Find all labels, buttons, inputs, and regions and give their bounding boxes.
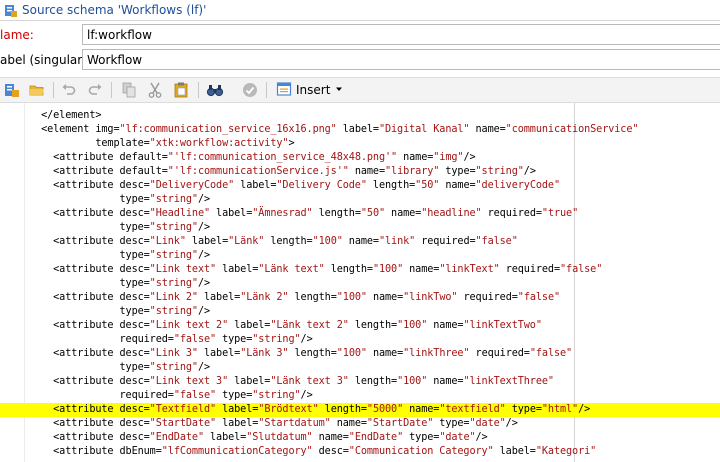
- find-icon[interactable]: [206, 81, 224, 99]
- code-line-text: type="string"/>: [29, 362, 211, 373]
- code-line: type="string"/>: [0, 249, 720, 263]
- code-line: <attribute default="'lf:communication_se…: [0, 151, 720, 165]
- code-line-text: </element>: [29, 110, 102, 121]
- code-line-text: <attribute default="'lf:communicationSer…: [29, 166, 536, 177]
- code-line-text: type="string"/>: [29, 250, 211, 261]
- xml-source-editor[interactable]: </element> <element img="lf:communicatio…: [0, 103, 720, 462]
- code-line-text: <attribute desc="Link text 2" label="Län…: [29, 320, 542, 331]
- code-line-text: <attribute desc="Link text 3" label="Län…: [29, 376, 554, 387]
- name-row: lame:: [0, 24, 720, 46]
- label-singular-row: abel (singular):: [0, 49, 720, 71]
- code-line-text: required="false" type="string"/>: [29, 334, 313, 345]
- insert-label: Insert: [296, 83, 331, 97]
- code-line: <attribute dbEnum="lfCommunicationCatego…: [0, 445, 720, 459]
- undo-icon[interactable]: [60, 81, 78, 99]
- code-line: <attribute desc="Link text 3" label="Län…: [0, 375, 720, 389]
- code-line: <attribute desc="StartDate" label="Start…: [0, 417, 720, 431]
- check-icon[interactable]: [241, 81, 259, 99]
- code-line-text: template="xtk:workflow:activity">: [29, 138, 295, 149]
- name-label: lame:: [0, 28, 34, 42]
- code-line: <attribute desc="Headline" label="Ämnesr…: [0, 207, 720, 221]
- code-line: required="false" type="string"/>: [0, 389, 720, 403]
- code-line: <attribute desc="DeliveryCode" label="De…: [0, 179, 720, 193]
- code-line: type="string"/>: [0, 193, 720, 207]
- insert-menu-button[interactable]: Insert: [272, 80, 348, 100]
- code-line-text: type="string"/>: [29, 194, 211, 205]
- code-line: type="string"/>: [0, 305, 720, 319]
- code-line-text: <attribute desc="Link text" label="Länk …: [29, 264, 603, 275]
- toolbar-separator: [198, 82, 199, 98]
- open-folder-icon[interactable]: [28, 81, 46, 99]
- code-line-text: <attribute desc="Link 2" label="Länk 2" …: [29, 292, 561, 303]
- name-field[interactable]: [82, 24, 720, 45]
- paste-icon[interactable]: [172, 81, 190, 99]
- copy-icon[interactable]: [120, 81, 138, 99]
- code-line: type="string"/>: [0, 221, 720, 235]
- label-singular-label: abel (singular):: [0, 53, 91, 67]
- code-line: <attribute desc="Link" label="Länk" leng…: [0, 235, 720, 249]
- label-singular-field[interactable]: [82, 49, 720, 70]
- code-line-text: <attribute desc="StartDate" label="Start…: [29, 418, 518, 429]
- schema-icon: [4, 3, 18, 22]
- code-line: </element>: [0, 109, 720, 123]
- code-line: <attribute desc="Link text" label="Länk …: [0, 263, 720, 277]
- code-line-text: <attribute desc="Link" label="Länk" leng…: [29, 236, 518, 247]
- code-line-text: type="string"/>: [29, 222, 211, 233]
- code-area[interactable]: </element> <element img="lf:communicatio…: [0, 109, 720, 459]
- code-line: <element img="lf:communication_service_1…: [0, 123, 720, 137]
- code-line-text: <attribute desc="EndDate" label="Slutdat…: [29, 432, 488, 443]
- code-line-text: type="string"/>: [29, 306, 211, 317]
- code-line-text: <attribute dbEnum="lfCommunicationCatego…: [29, 446, 597, 457]
- code-line-highlighted: <attribute desc="Textfield" label="Brödt…: [0, 403, 720, 417]
- code-line: <attribute desc="Link text 2" label="Län…: [0, 319, 720, 333]
- code-line-text: <attribute desc="Headline" label="Ämnesr…: [29, 208, 579, 219]
- code-line-text: <attribute desc="DeliveryCode" label="De…: [29, 180, 560, 191]
- code-line: <attribute default="'lf:communicationSer…: [0, 165, 720, 179]
- new-schema-icon[interactable]: [3, 81, 21, 99]
- code-line: <attribute desc="Link 2" label="Länk 2" …: [0, 291, 720, 305]
- code-line-text: required="false" type="string"/>: [29, 390, 313, 401]
- code-line: template="xtk:workflow:activity">: [0, 137, 720, 151]
- code-line: required="false" type="string"/>: [0, 333, 720, 347]
- toolbar: Insert: [0, 77, 720, 103]
- cut-icon[interactable]: [146, 81, 164, 99]
- title-bar: Source schema 'Workflows (lf)': [0, 0, 720, 21]
- window-title: Source schema 'Workflows (lf)': [22, 3, 207, 17]
- code-line: <attribute desc="Link 3" label="Länk 3" …: [0, 347, 720, 361]
- code-line: type="string"/>: [0, 361, 720, 375]
- code-line-text: <attribute desc="Link 3" label="Länk 3" …: [29, 348, 573, 359]
- toolbar-separator: [111, 82, 112, 98]
- code-line: type="string"/>: [0, 277, 720, 291]
- chevron-down-icon: [334, 83, 344, 97]
- toolbar-separator: [53, 82, 54, 98]
- code-line-text: <attribute desc="Textfield" label="Brödt…: [29, 404, 591, 415]
- code-line-text: type="string"/>: [29, 278, 211, 289]
- redo-icon[interactable]: [86, 81, 104, 99]
- code-line: <attribute desc="EndDate" label="Slutdat…: [0, 431, 720, 445]
- toolbar-separator: [266, 82, 267, 98]
- code-line-text: <element img="lf:communication_service_1…: [29, 124, 639, 135]
- code-line-text: <attribute default="'lf:communication_se…: [29, 152, 476, 163]
- insert-icon: [276, 81, 292, 100]
